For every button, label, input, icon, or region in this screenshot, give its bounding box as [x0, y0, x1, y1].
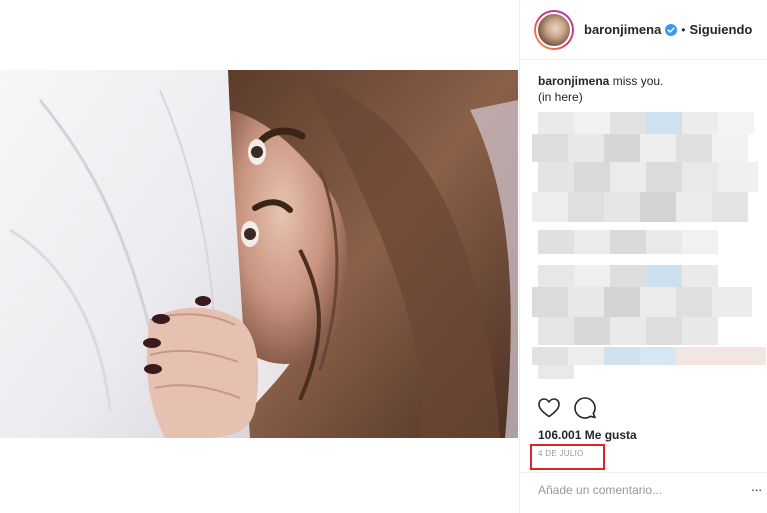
pixelated-comments-block — [532, 112, 767, 257]
post-header: baronjimena • Siguiendo — [520, 0, 767, 60]
post-caption: baronjimena miss you. (in here) — [538, 73, 663, 105]
post-photo[interactable] — [0, 70, 518, 438]
caption-line-1: baronjimena miss you. — [538, 73, 663, 89]
pixelated-comments-block-2 — [532, 265, 767, 380]
more-options-icon[interactable]: ... — [751, 479, 762, 494]
caption-text: miss you. — [612, 74, 664, 88]
caption-username[interactable]: baronjimena — [538, 74, 609, 88]
avatar[interactable] — [534, 9, 574, 50]
following-button[interactable]: Siguiendo — [690, 22, 753, 37]
comment-row: Añade un comentario... ... — [520, 472, 767, 513]
date-highlight-box — [530, 444, 605, 470]
comment-input[interactable]: Añade un comentario... — [538, 483, 662, 497]
post-media-column — [0, 0, 520, 513]
username-link[interactable]: baronjimena — [584, 22, 661, 37]
verified-badge-icon — [665, 23, 678, 36]
heart-icon[interactable] — [537, 396, 561, 420]
speech-bubble-icon[interactable] — [573, 396, 597, 420]
caption-line-2: (in here) — [538, 90, 583, 104]
avatar-image — [536, 11, 572, 48]
post-photo-image — [0, 70, 518, 438]
likes-count[interactable]: 106.001 Me gusta — [538, 428, 637, 442]
post-actions — [537, 396, 597, 420]
separator-dot: • — [681, 22, 686, 37]
post-sidebar: baronjimena • Siguiendo baronjimena miss… — [519, 0, 767, 513]
